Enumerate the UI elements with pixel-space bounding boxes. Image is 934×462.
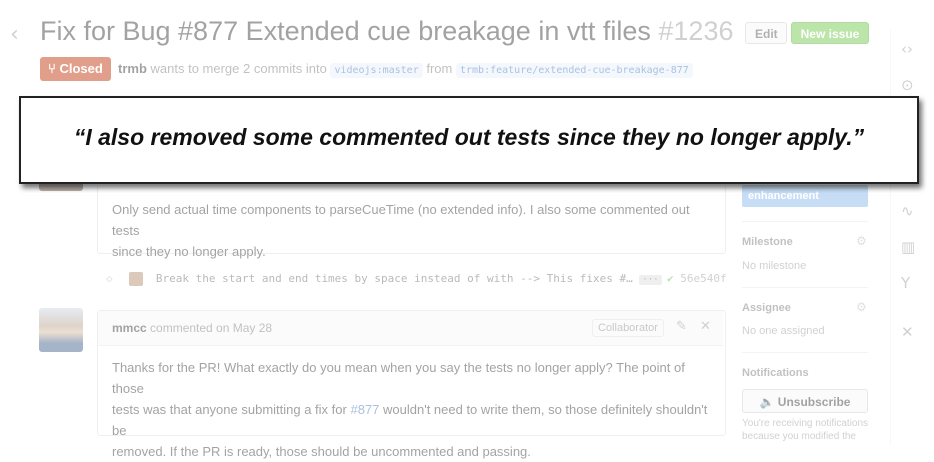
notification-reason: You're receiving notifications [742, 418, 869, 429]
commit-sha-text[interactable]: 56e540f [680, 272, 726, 285]
milestone-heading: Milestone [742, 236, 793, 248]
merge-text-1: wants to merge 2 commits into [150, 61, 327, 76]
merge-text-2: from [426, 61, 453, 76]
quote-callout: “I also removed some commented out tests… [19, 96, 919, 184]
comment-author-line: mmcc commented on May 28 [112, 321, 272, 335]
divider [742, 352, 868, 353]
head-ref[interactable]: trmb:feature/extended-cue-breakage-877 [455, 63, 693, 78]
pr-title: Fix for Bug #877 Extended cue breakage i… [40, 16, 651, 46]
collaborator-badge: Collaborator [592, 319, 664, 337]
notification-reason: because you modified the [742, 431, 856, 442]
comment-line: since they no longer apply. [112, 244, 266, 259]
tools-icon[interactable]: ✕ [901, 323, 914, 341]
github-pr-page: ‹ Fix for Bug #877 Extended cue breakage… [0, 0, 934, 459]
pulse-icon[interactable]: ∿ [901, 202, 914, 220]
assignee-value: No one assigned [742, 325, 825, 337]
pencil-icon[interactable]: ✎ [676, 319, 687, 334]
commit-avatar [129, 272, 144, 286]
gear-icon[interactable]: ⚙ [856, 234, 867, 248]
commit-icon: ◇ [106, 272, 113, 285]
status-label: Closed [59, 61, 103, 76]
comment-author[interactable]: mmcc [112, 321, 147, 335]
comment-line: tests was that anyone submitting a fix f… [112, 399, 717, 441]
milestone-value: No milestone [742, 260, 807, 272]
second-comment: mmcc commented on May 28 Collaborator ✎ … [97, 310, 726, 459]
assignee-heading: Assignee [742, 302, 791, 314]
divider [742, 221, 868, 222]
fork-icon[interactable]: Y [901, 274, 910, 292]
notifications-heading: Notifications [742, 367, 809, 379]
commit-sha[interactable]: ✔ 56e540f [667, 272, 727, 285]
comment-header: mmcc commented on May 28 Collaborator ✎ … [98, 311, 723, 346]
comment-meta[interactable]: commented on May 28 [150, 321, 272, 335]
new-issue-button[interactable]: New issue [791, 22, 869, 44]
pr-closed-icon: ⑂ [48, 61, 56, 76]
commit-message[interactable]: Break the start and end times by space i… [156, 272, 633, 285]
graph-icon[interactable]: ▥ [901, 238, 915, 256]
status-badge: ⑂ Closed [40, 57, 111, 81]
comment-line: Only send actual time components to pars… [112, 202, 690, 238]
commit-row[interactable]: ◇ Break the start and end times by space… [106, 272, 727, 290]
commit-expand-button[interactable]: ··· [639, 275, 662, 285]
page-title: Fix for Bug #877 Extended cue breakage i… [40, 16, 733, 47]
pr-number: #1236 [658, 16, 734, 46]
gear-icon[interactable]: ⚙ [856, 300, 867, 314]
close-icon[interactable]: ✕ [700, 319, 711, 334]
comment-line: removed. If the PR is ready, those shoul… [112, 444, 531, 459]
label-badge[interactable]: enhancement [742, 185, 868, 207]
comment-text: tests was that anyone submitting a fix f… [112, 402, 347, 417]
base-ref[interactable]: videojs:master [330, 63, 423, 78]
merge-description: trmb wants to merge 2 commits into video… [118, 61, 693, 78]
check-icon: ✔ [667, 272, 674, 285]
unsubscribe-button[interactable]: 🔈 Unsubscribe [742, 389, 868, 413]
quote-text: “I also removed some commented out tests… [73, 124, 865, 150]
issue-icon[interactable]: ⊙ [901, 76, 914, 94]
comment-body: Thanks for the PR! What exactly do you m… [112, 357, 717, 462]
divider [742, 287, 868, 288]
avatar[interactable] [39, 308, 83, 352]
first-comment: Only send actual time components to pars… [97, 185, 726, 259]
chevron-left-icon[interactable]: ‹ [10, 22, 19, 47]
comment-line: Thanks for the PR! What exactly do you m… [112, 360, 685, 396]
repo-nav-rail: ‹› ⊙ ∿ ▥ Y ✕ [890, 30, 934, 444]
comment-body: Only send actual time components to pars… [112, 199, 712, 262]
code-icon[interactable]: ‹› [901, 40, 913, 58]
edit-button[interactable]: Edit [745, 22, 787, 44]
issue-link[interactable]: #877 [350, 402, 379, 417]
pr-author-link[interactable]: trmb [118, 61, 147, 76]
